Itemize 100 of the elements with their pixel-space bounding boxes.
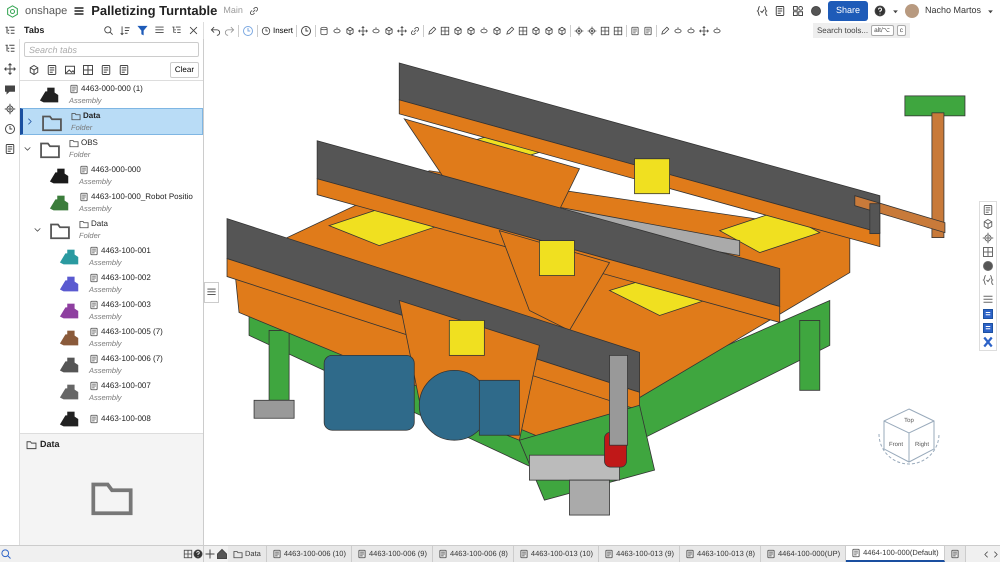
document-icon [69,84,79,94]
gear-icon[interactable] [587,26,598,36]
loop-icon[interactable] [371,26,382,36]
cube-icon[interactable] [557,26,568,36]
loop-icon[interactable] [686,26,696,36]
cube-icon[interactable] [531,26,542,36]
home-icon[interactable] [216,548,228,560]
loop-icon[interactable] [332,26,342,36]
cube-icon[interactable] [982,218,994,230]
cube-icon[interactable] [492,26,502,36]
clock-icon[interactable] [300,24,312,36]
document-icon[interactable] [643,26,654,36]
item-name: 4463-100-008 [101,412,151,424]
apps-icon[interactable] [792,5,804,17]
cylinder-icon[interactable] [319,26,330,36]
document-icon [89,272,99,283]
add-tab-icon[interactable] [204,548,216,560]
help-icon[interactable] [874,5,886,17]
grid-icon[interactable] [440,26,450,36]
variables-icon[interactable] [756,5,768,17]
document-icon [89,300,99,310]
assembly-filter-icon[interactable] [46,64,58,76]
search-field[interactable]: Search tabs [24,42,199,57]
document-icon [79,164,89,175]
variables-icon[interactable] [982,274,994,286]
document-tab[interactable] [944,546,966,562]
loop-icon[interactable] [673,26,684,36]
move-arrows-icon[interactable] [397,26,408,36]
image-filter-icon[interactable] [64,64,76,76]
document-icon [89,246,99,256]
item-name: Data [91,218,108,230]
pencil-icon[interactable] [505,26,516,36]
folder-icon [71,110,81,121]
move-arrows-icon[interactable] [699,26,710,36]
file-filter-icon[interactable] [118,64,130,76]
globe-icon[interactable] [982,260,994,272]
gear-icon[interactable] [574,26,584,36]
folder-icon [26,439,37,450]
cube-icon[interactable] [544,26,554,36]
search-icon[interactable] [0,548,12,560]
item-name: 4463-100-002 [101,272,151,284]
link-icon[interactable] [410,26,420,36]
item-name: OBS [81,136,98,149]
grid-icon[interactable] [600,26,610,36]
clear-button[interactable]: Clear [170,62,199,78]
drawing-filter-icon[interactable] [82,64,94,76]
part-filter-icon[interactable] [28,64,40,76]
document-icon [518,549,529,559]
insert-button[interactable]: Insert [261,24,294,36]
document-icon [272,549,282,559]
cube-icon[interactable] [345,26,356,36]
sort-icon[interactable] [120,25,131,36]
file-filter-icon[interactable] [100,64,112,76]
pencil-icon[interactable] [427,26,438,36]
cube-icon[interactable] [466,26,476,36]
globe-icon[interactable] [810,5,822,17]
menu-icon[interactable] [73,5,86,17]
folder-icon [233,549,243,559]
document-icon [79,192,89,202]
search-placeholder: Search tools... [816,24,868,36]
search-icon[interactable] [103,25,114,36]
preview-title: Data [40,438,60,451]
caret-icon [987,8,994,14]
comment-icon[interactable] [4,83,16,95]
help-icon[interactable] [193,549,203,559]
document-icon [89,326,99,337]
filter-icon[interactable] [137,25,148,36]
tree-view-icon[interactable] [171,25,182,36]
cube-icon[interactable] [384,26,394,36]
x-icon[interactable] [982,336,994,348]
timer-icon[interactable] [4,123,16,135]
panel-list-icon[interactable] [4,24,16,36]
mates-icon[interactable] [4,63,16,75]
loop-icon[interactable] [712,26,722,36]
tab-list-item[interactable]: 4463-100-008 [20,405,203,432]
item-name: 4463-100-005 (7) [101,326,163,338]
document-icon [766,549,776,559]
folder-icon [69,138,79,148]
cube-icon[interactable] [453,26,464,36]
undo-icon[interactable] [210,25,221,36]
grid-icon[interactable] [613,26,624,36]
loop-icon[interactable] [479,26,490,36]
share-button[interactable]: Share [828,1,868,21]
item-name: 4463-100-000_Robot Positio [91,190,193,203]
logo-icon [6,4,19,18]
document-icon [356,549,367,559]
grid-icon[interactable] [518,26,528,36]
branch-label: Main [223,4,243,18]
pencil-icon[interactable] [660,26,670,36]
document-title: Palletizing Turntable [91,2,218,20]
document-icon[interactable] [774,5,786,17]
document-icon[interactable] [4,143,16,155]
list-icon[interactable] [154,25,165,36]
close-icon[interactable] [188,25,199,36]
user-name[interactable]: Nacho Martos [924,4,981,18]
move-arrows-icon[interactable] [358,26,368,36]
item-name: 4463-000-000 (1) [81,82,143,95]
document-icon[interactable] [630,26,640,36]
document-icon[interactable] [982,204,994,216]
link-icon[interactable] [248,6,259,16]
